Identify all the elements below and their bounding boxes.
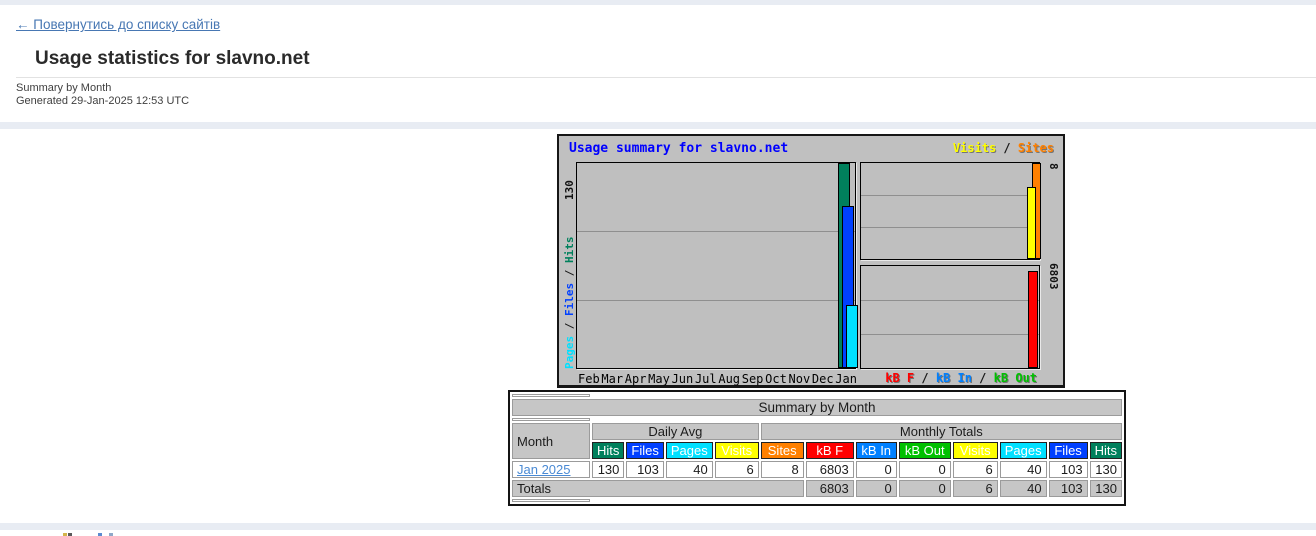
col-header-kbin: kB In [856,442,897,459]
bar-kb-f [1028,271,1038,368]
total-kbout: 0 [899,480,951,497]
table-title: Summary by Month [512,399,1122,416]
bar-pages [846,305,858,368]
totals-row: Totals 6803 0 0 6 40 103 130 [512,480,1122,497]
legend-visits-sites: Visits / Sites [953,141,1054,155]
col-header-visits: Visits [715,442,759,459]
cell-files-avg: 103 [626,461,663,478]
total-files: 103 [1049,480,1088,497]
legend-kbout-label: kB Out [994,371,1037,385]
col-header-hits-total: Hits [1090,442,1122,459]
spacer-row [512,394,1122,397]
usage-summary-chart: Usage summary for slavno.net Visits / Si… [557,134,1065,388]
col-header-kbout: kB Out [899,442,951,459]
month-tick: Feb [578,372,600,386]
gridline [861,334,1039,335]
section-divider-band [0,122,1316,129]
cell-kbin: 0 [856,461,897,478]
gridline [861,300,1039,301]
month-tick: May [648,372,670,386]
total-pages: 40 [1000,480,1047,497]
cell-kbout: 0 [899,461,951,478]
month-tick: Jan [835,372,857,386]
cell-hits-total: 130 [1090,461,1122,478]
monthly-totals-group-header: Monthly Totals [761,423,1122,440]
back-to-site-list-link[interactable]: ← Повернутись до списку сайтів [16,17,220,32]
cell-files-total: 103 [1049,461,1088,478]
webalizer-stats-page: { "page": { "back_link_label": "← Поверн… [0,0,1316,536]
total-visits: 6 [953,480,998,497]
chart-title: Usage summary for slavno.net [569,141,788,156]
col-header-hits: Hits [592,442,624,459]
legend-visits-label: Visits [953,141,996,155]
month-column-header: Month [512,423,590,459]
header-divider [16,77,1316,78]
chart-panel-kbytes [860,265,1040,369]
legend-kbytes: kB F / kB In / kB Out [885,371,1037,385]
cell-sites: 8 [761,461,804,478]
x-axis-months: FebMarAprMayJunJulAugSepOctNovDecJan [578,372,857,386]
bar-visits [1027,187,1036,259]
y-axis-max-kbytes: 6803 [1047,263,1060,290]
month-tick: Apr [625,372,647,386]
legend-kbin-label: kB In [936,371,972,385]
chart-panel-hits-files-pages [576,162,856,369]
gridline [861,227,1039,228]
y-axis-label-pages-files-hits: Pages / Files / Hits [563,237,576,370]
page-title: Usage statistics for slavno.net [35,48,310,70]
col-header-pages: Pages [666,442,713,459]
table-row: Jan 2025 130 103 40 6 8 6803 0 0 6 40 10… [512,461,1122,478]
cell-kbf: 6803 [806,461,854,478]
total-kbin: 0 [856,480,897,497]
col-header-files-total: Files [1049,442,1088,459]
top-divider-band [0,0,1316,5]
month-tick: Jun [672,372,694,386]
chart-panel-sites-visits [860,162,1040,260]
month-tick: Sep [742,372,764,386]
total-kbf: 6803 [806,480,854,497]
month-detail-link[interactable]: Jan 2025 [517,462,571,477]
cell-visits-total: 6 [953,461,998,478]
generated-timestamp: Generated 29-Jan-2025 12:53 UTC [16,95,189,107]
total-hits: 130 [1090,480,1122,497]
daily-avg-group-header: Daily Avg [592,423,759,440]
y-axis-max-hits: 130 [563,180,576,200]
cell-visits-avg: 6 [715,461,759,478]
gridline [577,300,855,301]
legend-sites-label: Sites [1018,141,1054,155]
month-tick: Mar [601,372,623,386]
col-header-kbf: kB F [806,442,854,459]
legend-kbf-label: kB F [885,371,914,385]
col-header-visits-total: Visits [953,442,998,459]
spacer-row [512,418,1122,421]
gridline [861,195,1039,196]
totals-label: Totals [512,480,804,497]
summary-by-month-table: Summary by Month Month Daily Avg Monthly… [508,390,1126,506]
subtitle-summary-by-month: Summary by Month [16,82,111,94]
month-tick: Nov [789,372,811,386]
gridline [577,231,855,232]
spacer-row [512,499,1122,502]
bottom-divider-band [0,523,1316,530]
column-header-row: Hits Files Pages Visits Sites kB F kB In… [512,442,1122,459]
month-tick: Oct [765,372,787,386]
cell-pages-total: 40 [1000,461,1047,478]
month-tick: Aug [718,372,740,386]
cell-pages-avg: 40 [666,461,713,478]
cell-hits-avg: 130 [592,461,624,478]
month-tick: Jul [695,372,717,386]
y-axis-max-sites: 8 [1047,163,1060,170]
col-header-pages-total: Pages [1000,442,1047,459]
month-tick: Dec [812,372,834,386]
col-header-sites: Sites [761,442,804,459]
col-header-files: Files [626,442,663,459]
